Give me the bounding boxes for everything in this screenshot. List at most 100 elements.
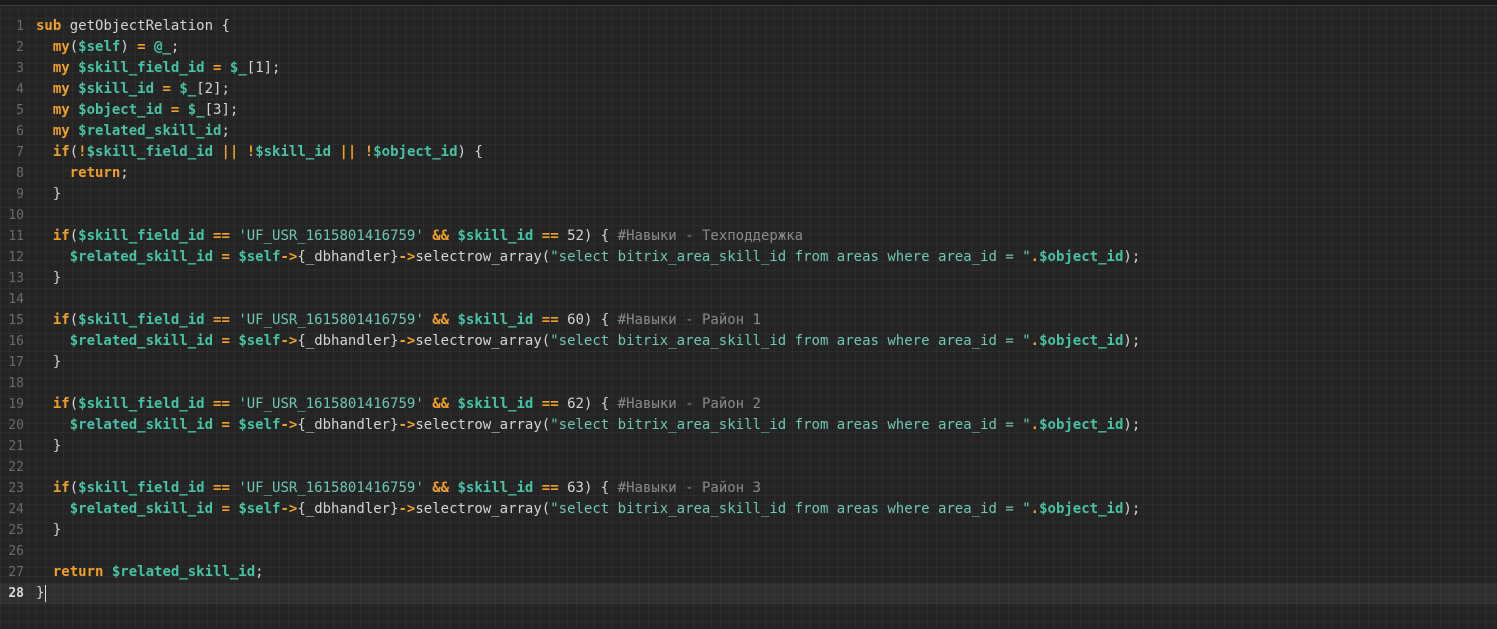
code-line[interactable]: [36, 373, 1486, 394]
code-token: 'UF_USR_1615801416759': [238, 312, 424, 328]
code-token: }: [36, 438, 62, 454]
line-number: 27: [8, 565, 24, 580]
code-line[interactable]: if($skill_field_id == 'UF_USR_1615801416…: [36, 310, 1486, 331]
code-token: my: [52, 81, 70, 97]
code-token: !: [364, 144, 374, 160]
code-token: if: [52, 144, 70, 160]
code-line[interactable]: }: [0, 583, 1497, 604]
code-line[interactable]: [36, 205, 1486, 226]
code-token: my: [52, 123, 70, 139]
code-token: ;: [170, 39, 180, 55]
code-token: (: [69, 396, 79, 412]
code-token: ) {: [457, 144, 483, 160]
code-token: getObjectRelation {: [61, 18, 230, 34]
code-token: ->: [280, 501, 298, 517]
code-line[interactable]: $related_skill_id = $self->{_dbhandler}-…: [36, 331, 1486, 352]
code-line[interactable]: my($self) = @_;: [36, 37, 1486, 58]
code-line[interactable]: if($skill_field_id == 'UF_USR_1615801416…: [36, 226, 1486, 247]
code-token: $skill_field_id: [78, 312, 205, 328]
line-number: 23: [8, 481, 24, 496]
code-line[interactable]: my $object_id = $_[3];: [36, 100, 1486, 121]
code-line[interactable]: my $related_skill_id;: [36, 121, 1486, 142]
code-token: (: [69, 480, 79, 496]
line-number: 17: [8, 355, 24, 370]
code-token: if: [52, 480, 70, 496]
code-token: sub: [36, 18, 62, 34]
code-token: $object_id: [1039, 249, 1124, 265]
code-token: if: [52, 228, 70, 244]
code-line[interactable]: my $skill_id = $_[2];: [36, 79, 1486, 100]
code-token: =: [221, 333, 230, 349]
code-line[interactable]: my $skill_field_id = $_[1];: [36, 58, 1486, 79]
code-token: $_: [179, 81, 197, 97]
code-line[interactable]: }: [36, 268, 1486, 289]
code-line[interactable]: return;: [36, 163, 1486, 184]
code-token: @_: [154, 39, 171, 55]
code-line[interactable]: }: [36, 436, 1486, 457]
code-token: $related_skill_id: [69, 501, 214, 517]
code-token: .: [1030, 333, 1040, 349]
code-token: selectrow_array(: [415, 333, 551, 349]
code-token: ->: [398, 417, 416, 433]
code-token: 'UF_USR_1615801416759': [238, 228, 424, 244]
line-number: 14: [8, 292, 24, 307]
code-line[interactable]: if($skill_field_id == 'UF_USR_1615801416…: [36, 394, 1486, 415]
code-line[interactable]: if($skill_field_id == 'UF_USR_1615801416…: [36, 478, 1486, 499]
code-token: ;: [120, 165, 129, 181]
line-number: 26: [8, 544, 24, 559]
code-token: ;: [221, 123, 230, 139]
code-line[interactable]: sub getObjectRelation {: [36, 16, 1486, 37]
code-token: 52) {: [558, 228, 618, 244]
code-token: $object_id: [1039, 501, 1124, 517]
code-line[interactable]: }: [36, 352, 1486, 373]
code-line[interactable]: $related_skill_id = $self->{_dbhandler}-…: [36, 415, 1486, 436]
code-token: (: [69, 312, 79, 328]
code-line[interactable]: }: [36, 184, 1486, 205]
code-token: return: [69, 165, 121, 181]
code-token: $_: [187, 102, 205, 118]
code-token: =: [221, 417, 230, 433]
code-token: $skill_field_id: [78, 60, 205, 76]
code-line[interactable]: }: [36, 520, 1486, 541]
code-line[interactable]: $related_skill_id = $self->{_dbhandler}-…: [36, 247, 1486, 268]
code-token: return: [52, 564, 104, 580]
code-token: $object_id: [1039, 333, 1124, 349]
code-line[interactable]: return $related_skill_id;: [36, 562, 1486, 583]
code-line[interactable]: [36, 541, 1486, 562]
code-editor[interactable]: 1 2 3 4 5 6 7 8 9 10 11 12 13 14 15 16 17 18 19 20 21 22 23 24 2…: [0, 0, 1497, 629]
code-line[interactable]: [36, 289, 1486, 310]
code-token: "select bitrix_area_skill_id from areas …: [550, 249, 1031, 265]
code-token: $object_id: [1039, 417, 1124, 433]
code-token: !: [246, 144, 256, 160]
code-token: ->: [398, 249, 416, 265]
code-token: =: [221, 249, 230, 265]
code-token: #Навыки - Техподдержка: [617, 228, 804, 244]
code-line[interactable]: if(!$skill_field_id || !$skill_id || !$o…: [36, 142, 1486, 163]
code-area[interactable]: sub getObjectRelation { my($self) = @_; …: [0, 16, 1497, 604]
code-line[interactable]: [36, 457, 1486, 478]
line-number: 11: [8, 229, 24, 244]
code-token: !: [78, 144, 87, 160]
code-token: $related_skill_id: [69, 249, 214, 265]
line-number: 19: [8, 397, 24, 412]
code-line[interactable]: $related_skill_id = $self->{_dbhandler}-…: [36, 499, 1486, 520]
code-token: ==: [541, 396, 559, 412]
code-token: 62) {: [558, 396, 618, 412]
code-token: ->: [280, 333, 298, 349]
